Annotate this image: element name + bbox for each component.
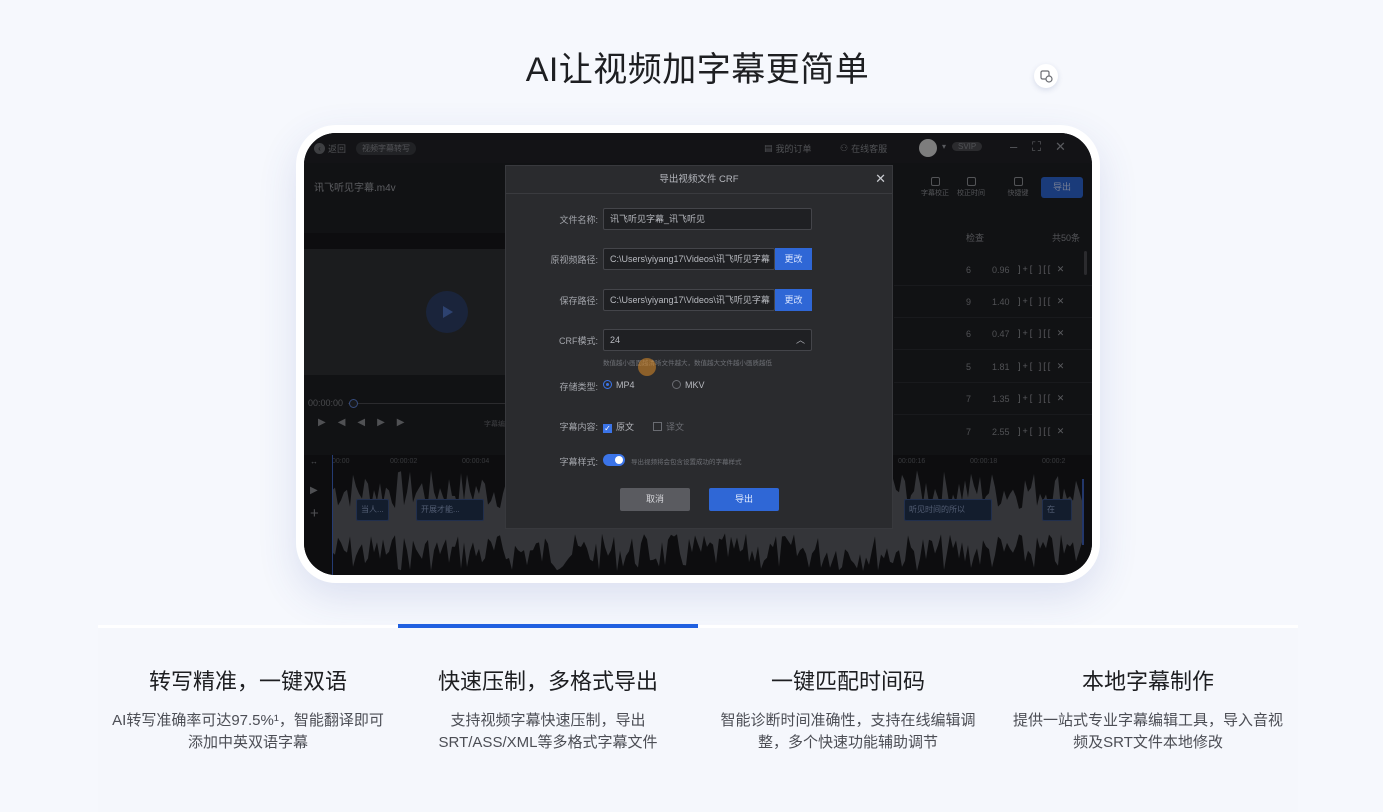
crf-label: CRF模式: (559, 336, 598, 346)
close-icon[interactable]: ✕ (875, 171, 886, 187)
change-save-button[interactable]: 更改 (775, 289, 812, 311)
crf-value: 24 (610, 335, 621, 345)
option-label: MP4 (616, 380, 635, 390)
change-source-button[interactable]: 更改 (775, 248, 812, 270)
source-path-row: 原视频路径: C:\Users\yiyang17\Videos\讯飞听见字幕 更… (506, 248, 894, 270)
style-row: 字幕样式: 导出视频将会包含设置成功的字幕样式 (506, 450, 894, 472)
style-label: 字幕样式: (559, 457, 598, 467)
confirm-export-button[interactable]: 导出 (709, 488, 779, 511)
crf-hint: 数值越小画面越清晰文件越大，数值越大文件越小画质越低 (603, 360, 772, 367)
feature-tab-transcription[interactable]: 转写精准，一键双语 AI转写准确率可达97.5%¹，智能翻译即可添加中英双语字幕 (98, 628, 398, 754)
checkbox-checked-icon: ✓ (603, 424, 612, 433)
style-toggle-group: 导出视频将会包含设置成功的字幕样式 (603, 454, 742, 466)
content-label: 字幕内容: (559, 422, 598, 432)
cancel-button[interactable]: 取消 (620, 488, 690, 511)
radio-checked-icon (603, 380, 612, 389)
crf-row: CRF模式: 24 ︿ (506, 329, 894, 351)
save-path-row: 保存路径: C:\Users\yiyang17\Videos\讯飞听见字幕 更改 (506, 289, 894, 311)
option-label: 译文 (666, 422, 685, 432)
float-action-button[interactable] (1034, 64, 1058, 88)
source-path-field[interactable]: C:\Users\yiyang17\Videos\讯飞听见字幕 (603, 248, 775, 270)
style-hint: 导出视频将会包含设置成功的字幕样式 (631, 459, 742, 466)
feature-title: 快速压制，多格式导出 (437, 669, 658, 694)
device-frame: ‹ 返回 视频字幕转写 ▤ 我的订单 ⚇ 在线客服 ▾ SVIP – ⛶ ✕ 讯… (296, 125, 1100, 583)
radio-icon (672, 380, 681, 389)
crf-select[interactable]: 24 ︿ (603, 329, 812, 351)
app-screenshot: ‹ 返回 视频字幕转写 ▤ 我的订单 ⚇ 在线客服 ▾ SVIP – ⛶ ✕ 讯… (304, 133, 1092, 575)
feature-title: 一键匹配时间码 (770, 669, 925, 694)
export-dialog: 导出视频文件 CRF ✕ 文件名称: 讯飞听见字幕_讯飞听见 原视频路径: C:… (505, 165, 893, 529)
storage-label: 存储类型: (559, 382, 598, 392)
file-name-label: 文件名称: (559, 215, 598, 225)
style-toggle[interactable] (603, 454, 625, 466)
feature-title: 转写精准，一键双语 (148, 669, 347, 694)
file-name-field[interactable]: 讯飞听见字幕_讯飞听见 (603, 208, 812, 230)
option-label: MKV (685, 380, 705, 390)
feature-desc: 智能诊断时间准确性，支持在线编辑调整，多个快速功能辅助调节 (720, 712, 976, 751)
content-original-option[interactable]: ✓ 原文 (603, 420, 634, 433)
save-path-label: 保存路径: (559, 296, 598, 306)
checkbox-icon (653, 422, 662, 431)
file-name-row: 文件名称: 讯飞听见字幕_讯飞听见 (506, 208, 894, 230)
feature-title: 本地字幕制作 (1081, 669, 1214, 694)
feature-desc: 提供一站式专业字幕编辑工具，导入音视频及SRT文件本地修改 (1012, 712, 1283, 751)
option-label: 原文 (616, 422, 635, 432)
storage-mp4-option[interactable]: MP4 (603, 380, 635, 390)
content-row: 字幕内容: ✓ 原文 译文 (506, 415, 894, 437)
feature-tabs: 转写精准，一键双语 AI转写准确率可达97.5%¹，智能翻译即可添加中英双语字幕… (98, 628, 1298, 812)
cursor-highlight (638, 358, 656, 376)
feature-tab-compression[interactable]: 快速压制，多格式导出 支持视频字幕快速压制，导出SRT/ASS/XML等多格式字… (398, 628, 698, 754)
storage-row: 存储类型: MP4 MKV (506, 375, 894, 397)
feature-desc: 支持视频字幕快速压制，导出SRT/ASS/XML等多格式字幕文件 (438, 712, 658, 751)
feature-tab-timecode[interactable]: 一键匹配时间码 智能诊断时间准确性，支持在线编辑调整，多个快速功能辅助调节 (698, 628, 998, 754)
dialog-title: 导出视频文件 CRF (506, 166, 892, 194)
chevron-up-icon: ︿ (795, 335, 805, 345)
storage-mkv-option[interactable]: MKV (672, 380, 705, 390)
content-translation-option[interactable]: 译文 (653, 420, 684, 433)
save-path-field[interactable]: C:\Users\yiyang17\Videos\讯飞听见字幕 (603, 289, 775, 311)
gear-icon (1040, 70, 1053, 83)
source-path-label: 原视频路径: (550, 255, 598, 265)
page-title: AI让视频加字幕更简单 (525, 51, 870, 89)
feature-desc: AI转写准确率可达97.5%¹，智能翻译即可添加中英双语字幕 (112, 712, 384, 751)
feature-tab-local[interactable]: 本地字幕制作 提供一站式专业字幕编辑工具，导入音视频及SRT文件本地修改 (998, 628, 1298, 754)
